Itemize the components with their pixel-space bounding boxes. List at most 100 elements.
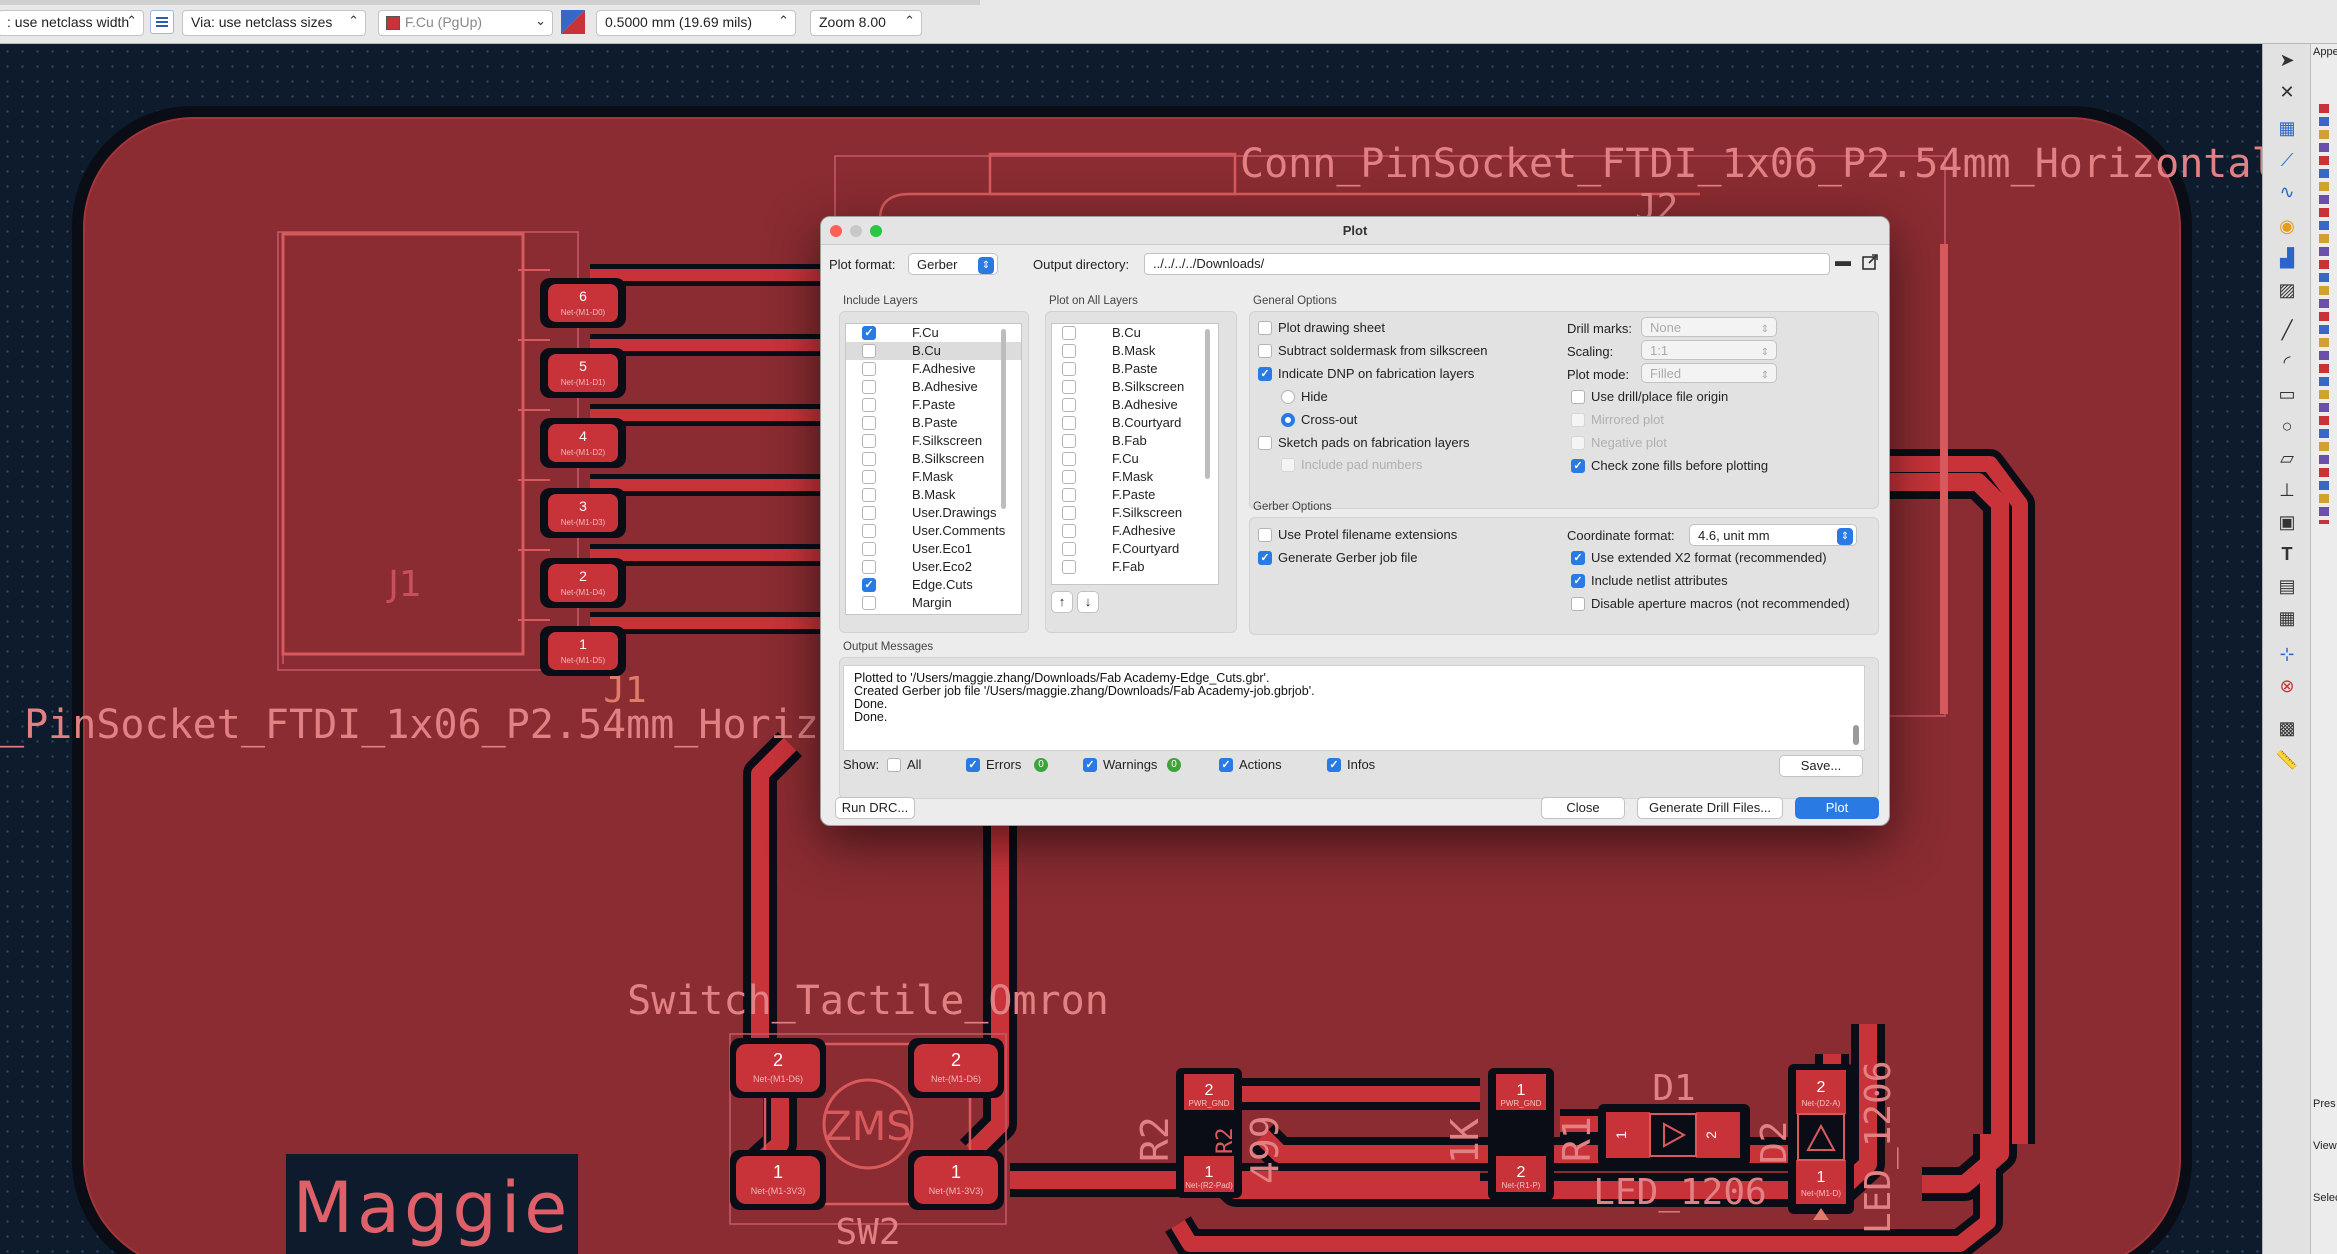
layer-pair-icon[interactable]	[561, 10, 585, 34]
plot-button[interactable]: Plot	[1795, 797, 1879, 819]
include-layer-checkbox[interactable]	[862, 470, 876, 484]
include-layer-item[interactable]: B.Adhesive	[846, 378, 1021, 396]
all-layers-checkbox[interactable]	[1062, 542, 1076, 556]
all-layers-item[interactable]: B.Paste	[1052, 360, 1218, 378]
add-text-icon[interactable]: T	[2275, 542, 2299, 566]
place-anchor-icon[interactable]: ⊹	[2275, 642, 2299, 666]
all-layers-scrollbar[interactable]	[1205, 329, 1210, 479]
include-layer-item[interactable]: User.Eco1	[846, 540, 1021, 558]
show-infos-checkbox[interactable]: ✓	[1327, 758, 1341, 772]
via-size-select[interactable]: Via: use netclass sizes ⌃	[182, 10, 366, 36]
all-layers-item[interactable]: F.Mask	[1052, 468, 1218, 486]
all-layers-checkbox[interactable]	[1062, 452, 1076, 466]
layer-select[interactable]: F.Cu (PgUp) ⌄	[378, 10, 553, 36]
negative-plot-checkbox[interactable]	[1571, 436, 1585, 450]
show-all-checkbox[interactable]	[887, 758, 901, 772]
all-layers-item[interactable]: B.Cu	[1052, 324, 1218, 342]
include-layer-item[interactable]: F.Silkscreen	[846, 432, 1021, 450]
layer-color-swatches[interactable]	[2319, 104, 2329, 524]
all-layers-item[interactable]: F.Paste	[1052, 486, 1218, 504]
include-layer-item[interactable]: User.Comments	[846, 522, 1021, 540]
all-layers-item[interactable]: B.Silkscreen	[1052, 378, 1218, 396]
move-layer-up-button[interactable]: ↑	[1051, 591, 1073, 613]
plot-on-all-layers-list[interactable]: B.Cu B.Mask B.Paste B.Silkscreen B.Adhesive B…	[1051, 323, 1219, 585]
all-layers-item[interactable]: F.Courtyard	[1052, 540, 1218, 558]
include-layer-checkbox[interactable]	[862, 560, 876, 574]
include-layer-checkbox[interactable]	[862, 434, 876, 448]
draw-line-icon[interactable]: ╱	[2275, 318, 2299, 342]
include-layer-checkbox[interactable]	[862, 542, 876, 556]
include-layer-checkbox[interactable]	[862, 362, 876, 376]
scaling-select[interactable]: 1:1 ⇕	[1641, 340, 1777, 360]
include-layer-checkbox[interactable]	[862, 506, 876, 520]
add-zone-icon[interactable]: ▟	[2275, 246, 2299, 270]
all-layers-checkbox[interactable]	[1062, 506, 1076, 520]
all-layers-checkbox[interactable]	[1062, 398, 1076, 412]
all-layers-checkbox[interactable]	[1062, 560, 1076, 574]
measure-icon[interactable]: 📏	[2275, 748, 2299, 772]
include-layer-checkbox[interactable]	[862, 452, 876, 466]
add-table-icon[interactable]: ▦	[2275, 606, 2299, 630]
include-layer-item[interactable]: F.Mask	[846, 468, 1021, 486]
footprint-icon[interactable]: ▦	[2275, 116, 2299, 140]
include-layer-checkbox[interactable]	[862, 416, 876, 430]
use-x2-checkbox[interactable]: ✓	[1571, 551, 1585, 565]
select-pointer-icon[interactable]: ➤	[2275, 48, 2299, 72]
include-pad-numbers-checkbox[interactable]	[1281, 458, 1295, 472]
include-layer-item[interactable]: B.Cu	[846, 342, 1021, 360]
plot-format-select[interactable]: Gerber ⇕	[908, 253, 998, 275]
include-layer-item[interactable]: User.Eco2	[846, 558, 1021, 576]
disable-aperture-checkbox[interactable]	[1571, 597, 1585, 611]
include-layer-item[interactable]: B.Paste	[846, 414, 1021, 432]
dnp-hide-radio[interactable]	[1281, 390, 1295, 404]
open-external-icon[interactable]	[1861, 253, 1881, 275]
generate-job-file-checkbox[interactable]: ✓	[1258, 551, 1272, 565]
plot-drawing-sheet-checkbox[interactable]	[1258, 321, 1272, 335]
move-layer-down-button[interactable]: ↓	[1077, 591, 1099, 613]
coordinate-format-select[interactable]: 4.6, unit mm ⇕	[1689, 524, 1857, 546]
include-layer-checkbox[interactable]	[862, 344, 876, 358]
draw-circle-icon[interactable]: ○	[2275, 414, 2299, 438]
route-track-icon[interactable]: ⟋	[2275, 148, 2299, 172]
include-layer-checkbox[interactable]	[862, 398, 876, 412]
all-layers-checkbox[interactable]	[1062, 380, 1076, 394]
sketch-pads-checkbox[interactable]	[1258, 436, 1272, 450]
include-layer-item[interactable]: F.Paste	[846, 396, 1021, 414]
include-layer-item[interactable]: B.Mask	[846, 486, 1021, 504]
check-zone-fills-checkbox[interactable]: ✓	[1571, 459, 1585, 473]
drill-marks-select[interactable]: None ⇕	[1641, 317, 1777, 337]
rule-area-icon[interactable]: ▨	[2275, 278, 2299, 302]
include-layer-item[interactable]: F.Adhesive	[846, 360, 1021, 378]
local-ratsnest-icon[interactable]: ✕	[2275, 80, 2299, 104]
include-layer-checkbox[interactable]	[862, 380, 876, 394]
use-protel-checkbox[interactable]	[1258, 528, 1272, 542]
all-layers-item[interactable]: B.Mask	[1052, 342, 1218, 360]
all-layers-checkbox[interactable]	[1062, 434, 1076, 448]
appearance-tab[interactable]: Appe	[2313, 46, 2337, 58]
save-messages-button[interactable]: Save...	[1779, 755, 1863, 777]
subtract-soldermask-checkbox[interactable]	[1258, 344, 1272, 358]
add-image-icon[interactable]: ▣	[2275, 510, 2299, 534]
auto-width-icon[interactable]	[150, 10, 174, 34]
all-layers-checkbox[interactable]	[1062, 416, 1076, 430]
include-layers-list[interactable]: ✓ F.Cu B.Cu F.Adhesive B.Adhesive F.Paste B.Pa…	[845, 323, 1022, 615]
grid-origin-icon[interactable]: ▩	[2275, 716, 2299, 740]
delete-tool-icon[interactable]: ⊗	[2275, 674, 2299, 698]
include-layer-checkbox[interactable]: ✓	[862, 578, 876, 592]
all-layers-checkbox[interactable]	[1062, 524, 1076, 538]
include-layers-scrollbar[interactable]	[1001, 329, 1006, 509]
include-layer-item[interactable]: Margin	[846, 594, 1021, 612]
draw-arc-icon[interactable]: ◜	[2275, 350, 2299, 374]
draw-rectangle-icon[interactable]: ▭	[2275, 382, 2299, 406]
mirrored-plot-checkbox[interactable]	[1571, 413, 1585, 427]
use-drill-origin-checkbox[interactable]	[1571, 390, 1585, 404]
show-actions-checkbox[interactable]: ✓	[1219, 758, 1233, 772]
include-layer-item[interactable]: User.Drawings	[846, 504, 1021, 522]
tune-length-icon[interactable]: ∿	[2275, 180, 2299, 204]
indicate-dnp-checkbox[interactable]: ✓	[1258, 367, 1272, 381]
zoom-select[interactable]: Zoom 8.00 ⌃	[810, 10, 922, 36]
include-layer-checkbox[interactable]	[862, 596, 876, 610]
all-layers-item[interactable]: F.Adhesive	[1052, 522, 1218, 540]
include-layer-item[interactable]: ✓ F.Cu	[846, 324, 1021, 342]
show-warnings-checkbox[interactable]: ✓	[1083, 758, 1097, 772]
